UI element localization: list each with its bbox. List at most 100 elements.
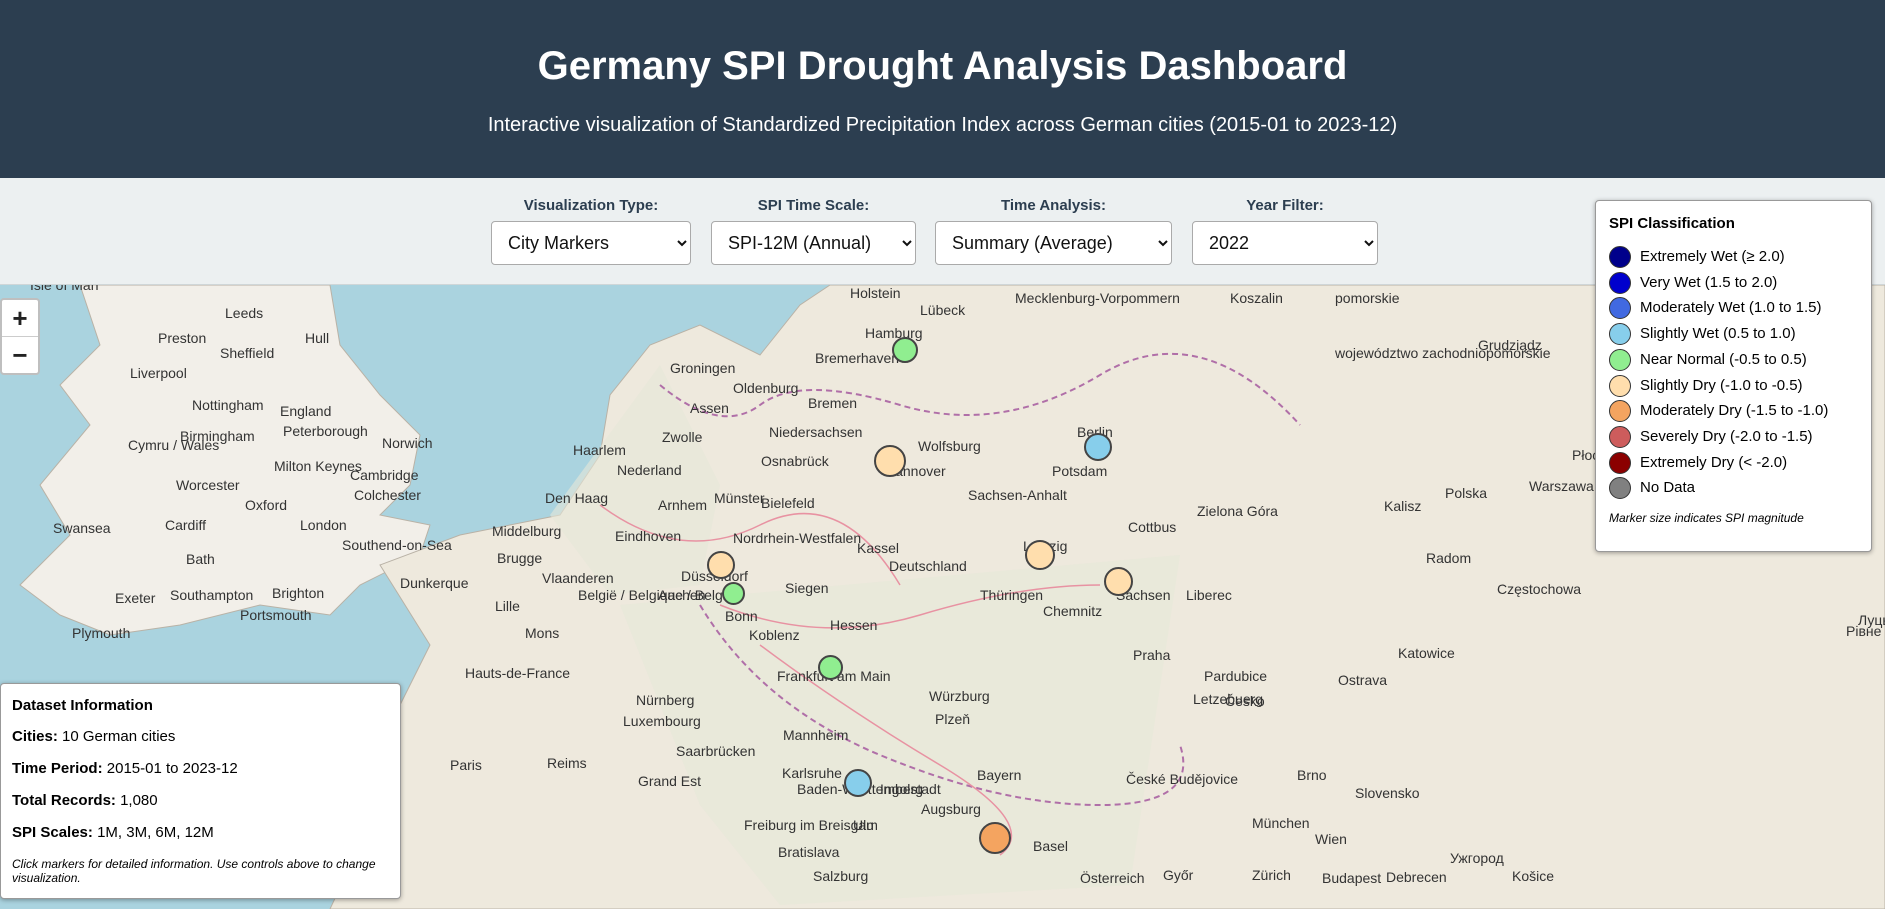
map-label: Cambridge [350, 467, 419, 483]
map-label: Osnabrück [761, 453, 829, 469]
zoom-in-button[interactable]: + [2, 300, 38, 336]
map-label: Pardubice [1204, 668, 1268, 684]
map-label: Middelburg [492, 523, 562, 539]
time-analysis-select[interactable]: Summary (Average) [935, 221, 1172, 265]
city-marker[interactable] [817, 654, 843, 680]
map-label: Niedersachsen [769, 424, 863, 440]
map-label: Česko [1225, 693, 1265, 709]
map-label: Cottbus [1128, 519, 1177, 535]
info-period: Time Period: 2015-01 to 2023-12 [12, 760, 238, 777]
city-marker[interactable] [874, 445, 906, 477]
map-label: Lübeck [920, 302, 966, 318]
zoom-out-button[interactable]: − [2, 336, 38, 373]
map-label: Zielona Góra [1197, 503, 1278, 519]
map-label: Swansea [53, 520, 111, 536]
map-label: Győr [1163, 867, 1194, 883]
map-label: Preston [158, 330, 207, 346]
legend-label: No Data [1640, 479, 1696, 497]
map-label: Exeter [115, 590, 156, 606]
info-scales: SPI Scales: 1M, 3M, 6M, 12M [12, 824, 214, 841]
map-label: München [1252, 815, 1310, 831]
legend-title: SPI Classification [1609, 215, 1735, 232]
city-marker[interactable] [707, 551, 735, 579]
map-label: pomorskie [1335, 290, 1400, 306]
map-label: Vlaanderen [542, 570, 614, 586]
map-label: Leeds [225, 305, 264, 321]
map-label: Ostrava [1338, 672, 1388, 688]
map-label: Nederland [617, 462, 682, 478]
page-title: Germany SPI Drought Analysis Dashboard [537, 44, 1348, 88]
legend-swatch [1609, 348, 1631, 371]
map-label: Bratislava [778, 844, 840, 860]
map-label: England [280, 403, 332, 419]
dashboard-header: Germany SPI Drought Analysis Dashboard I… [0, 0, 1885, 178]
map-label: Nordrhein-Westfalen [733, 530, 862, 546]
time-analysis-label: Time Analysis: [1000, 197, 1107, 214]
map-label: Radom [1426, 550, 1472, 566]
map-label: Luxembourg [623, 713, 701, 729]
map-label: Thüringen [980, 587, 1044, 603]
legend-label: Severely Dry (-2.0 to -1.5) [1640, 427, 1813, 445]
year-filter-control: Year Filter: 2022 [1192, 197, 1378, 265]
map-label: Dunkerque [400, 575, 469, 591]
city-marker[interactable] [721, 581, 745, 605]
map-label: Southend-on-Sea [342, 537, 452, 553]
map-label: Budapest [1322, 870, 1382, 886]
map-label: Southampton [170, 587, 254, 603]
legend-label: Extremely Dry (< -2.0) [1640, 453, 1788, 471]
map-label: Polska [1445, 485, 1488, 501]
map-label: Grudziądz [1478, 337, 1542, 353]
map-label: Worcester [176, 477, 240, 493]
map-label: Saarbrücken [676, 743, 756, 759]
map-label: Nürnberg [636, 692, 695, 708]
map-label: Paris [450, 757, 482, 773]
city-marker[interactable] [844, 769, 872, 797]
map-label: Siegen [785, 580, 829, 596]
map-label: Bremerhaven [815, 350, 900, 366]
city-marker[interactable] [1103, 566, 1133, 596]
zoom-control: + − [0, 298, 40, 375]
time-analysis-control: Time Analysis: Summary (Average) [935, 197, 1172, 265]
legend-note: Marker size indicates SPI magnitude [1609, 511, 1804, 525]
map-label: Ingolstadt [880, 781, 941, 797]
map-label: Bielefeld [761, 495, 815, 511]
map-label: Karlsruhe [782, 765, 842, 781]
legend-label: Very Wet (1.5 to 2.0) [1640, 273, 1778, 291]
map-label: Cardiff [165, 517, 206, 533]
map-label: Würzburg [929, 688, 990, 704]
legend-swatch [1609, 400, 1631, 423]
map-label: České Budějovice [1126, 771, 1239, 787]
map-label: Slovensko [1355, 785, 1420, 801]
viz-type-control: Visualization Type: City Markers [491, 197, 691, 265]
map-label: Salzburg [813, 868, 869, 884]
map-label: Oldenburg [733, 380, 799, 396]
map-label: Plzeň [935, 711, 971, 727]
legend-swatch [1609, 323, 1631, 346]
spi-scale-select[interactable]: SPI-12M (Annual) [711, 221, 916, 265]
map-label: London [300, 517, 347, 533]
city-marker[interactable] [1084, 433, 1112, 461]
map-label: Norwich [382, 435, 433, 451]
info-records: Total Records: 1,080 [12, 792, 158, 809]
spi-scale-label: SPI Time Scale: [757, 197, 870, 214]
legend-label: Moderately Dry (-1.5 to -1.0) [1640, 402, 1829, 420]
map-label: Haarlem [573, 442, 626, 458]
map-label: Częstochowa [1497, 581, 1582, 597]
map-label: Cymru / Wales [128, 437, 220, 453]
map-label: Hamburg [865, 325, 923, 341]
map-label: Augsburg [921, 801, 981, 817]
year-filter-select[interactable]: 2022 [1192, 221, 1378, 265]
page-subtitle: Interactive visualization of Standardize… [487, 114, 1398, 136]
legend-label: Slightly Dry (-1.0 to -0.5) [1640, 376, 1803, 394]
city-marker[interactable] [1025, 540, 1055, 570]
map-label: Warszawa [1529, 478, 1594, 494]
city-marker[interactable] [892, 337, 918, 363]
map-label: Рівне [1846, 623, 1882, 639]
viz-type-select[interactable]: City Markers [491, 221, 691, 265]
city-marker[interactable] [979, 822, 1011, 854]
map-label: Peterborough [283, 423, 368, 439]
map-label: België / Belgique / Belgien [578, 587, 742, 603]
map-label: Hessen [830, 617, 878, 633]
map-label: Ulm [853, 817, 878, 833]
map-label: Koblenz [749, 627, 800, 643]
